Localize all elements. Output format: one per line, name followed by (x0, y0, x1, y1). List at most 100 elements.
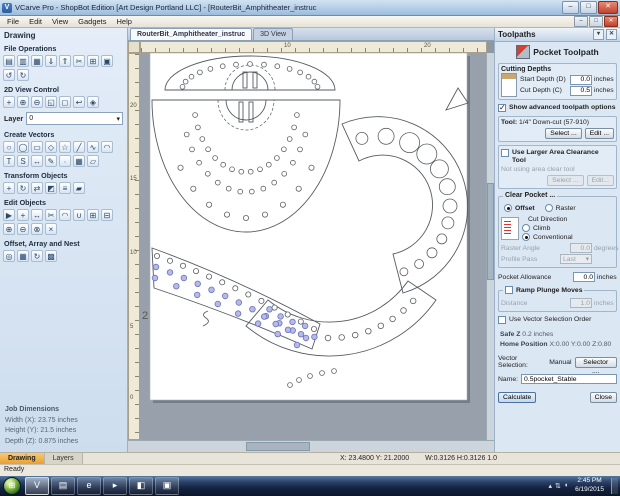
seat-circle[interactable] (166, 257, 173, 264)
vertical-scrollbar[interactable] (486, 53, 494, 440)
seat-circle-filled[interactable] (311, 333, 318, 341)
seat-circle[interactable] (225, 185, 232, 192)
seat-circle[interactable] (243, 214, 250, 221)
seat-circle[interactable] (287, 382, 293, 388)
seat-circle[interactable] (286, 136, 293, 142)
seat-circle[interactable] (399, 132, 421, 153)
seat-circle-filled[interactable] (272, 320, 279, 328)
ramp-checkbox[interactable] (505, 286, 513, 295)
seat-circle-filled[interactable] (235, 299, 242, 306)
rotate-icon[interactable]: ↻ (17, 182, 29, 194)
seat-circle[interactable] (311, 78, 318, 85)
taskbar-explorer-icon[interactable]: ▤ (51, 477, 75, 495)
seat-circle-filled[interactable] (293, 341, 301, 349)
seat-circle[interactable] (215, 179, 221, 186)
seat-circle[interactable] (206, 273, 213, 280)
seat-circle[interactable] (399, 267, 409, 277)
pan-icon[interactable]: + (3, 96, 15, 108)
redo-icon[interactable]: ↻ (17, 69, 29, 81)
undo-icon[interactable]: ↺ (3, 69, 15, 81)
export-vectors-icon[interactable]: ⇑ (59, 55, 71, 67)
seat-circle[interactable] (177, 164, 184, 171)
seat-circle[interactable] (220, 161, 226, 168)
scale-icon[interactable]: ◩ (45, 182, 57, 194)
seat-circle[interactable] (297, 146, 303, 153)
horizontal-scrollbar[interactable] (128, 440, 494, 452)
draw-line-icon[interactable]: ╱ (73, 141, 85, 153)
advanced-options-checkbox[interactable] (498, 103, 506, 112)
seat-circle-filled[interactable] (301, 322, 309, 330)
seat-circle[interactable] (219, 279, 226, 286)
seat-circle-filled[interactable] (166, 269, 174, 276)
save-file-icon[interactable]: ▦ (31, 55, 43, 67)
seat-circle[interactable] (308, 164, 315, 171)
drawing-canvas[interactable]: 2 (140, 53, 487, 440)
seat-circle[interactable] (189, 146, 195, 153)
panel-tab-drawing[interactable]: Drawing (0, 453, 45, 464)
minimize-button[interactable]: – (562, 1, 579, 14)
taskbar-vcarve-icon[interactable]: V (25, 477, 49, 495)
draw-arc-icon[interactable]: ◠ (101, 141, 113, 153)
seat-circle-filled[interactable] (194, 280, 201, 287)
area-select-button[interactable]: Select ... (547, 175, 584, 187)
ramp-distance-input[interactable] (570, 298, 592, 309)
seat-circle[interactable] (365, 328, 372, 335)
seat-circle-filled[interactable] (214, 300, 221, 308)
seat-circle[interactable] (274, 63, 281, 69)
maximize-button[interactable]: □ (580, 1, 597, 14)
layer-dropdown[interactable]: 0 ▾ (26, 112, 123, 125)
doc-tab-1[interactable]: 3D View (253, 28, 294, 40)
draw-rectangle-icon[interactable]: ▭ (31, 141, 43, 153)
seat-circle[interactable] (297, 69, 303, 76)
start-depth-input[interactable] (570, 74, 592, 85)
seat-circle-filled[interactable] (274, 330, 281, 338)
seat-circle[interactable] (195, 124, 201, 131)
seat-circle[interactable] (188, 73, 195, 80)
seat-circle[interactable] (205, 171, 211, 177)
seat-circle-filled[interactable] (194, 291, 201, 299)
seat-circle[interactable] (196, 159, 202, 166)
move-icon[interactable]: + (3, 182, 15, 194)
seat-circle[interactable] (233, 61, 239, 68)
weld-icon[interactable]: ⊕ (3, 223, 15, 235)
import-vectors-icon[interactable]: ⇓ (45, 55, 57, 67)
seat-circle[interactable] (377, 127, 395, 145)
grid-icon[interactable]: ▦ (73, 155, 85, 167)
seat-circle[interactable] (153, 252, 160, 259)
fillet-icon[interactable]: ◠ (59, 209, 71, 221)
seat-circle[interactable] (438, 178, 456, 196)
selector-button[interactable]: Selector .... (574, 356, 617, 375)
draw-polygon-icon[interactable]: ◇ (45, 141, 57, 153)
seat-circle[interactable] (296, 377, 302, 383)
seat-circle[interactable] (310, 325, 317, 332)
seat-circle[interactable] (262, 211, 269, 218)
seat-circle[interactable] (400, 307, 407, 314)
seat-circle[interactable] (212, 155, 218, 161)
new-file-icon[interactable]: ▤ (3, 55, 15, 67)
seat-circle[interactable] (199, 136, 206, 142)
seat-circle[interactable] (258, 297, 265, 304)
seat-circle-filled[interactable] (254, 320, 262, 327)
seat-circle[interactable] (416, 143, 438, 165)
measure-icon[interactable]: ↔ (31, 209, 43, 221)
seat-circle-filled[interactable] (297, 331, 305, 338)
seat-circle[interactable] (247, 168, 254, 175)
tool-select-button[interactable]: Select ... (545, 128, 582, 140)
seat-circle[interactable] (377, 322, 384, 329)
seat-circle[interactable] (307, 373, 313, 379)
tray-up-icon[interactable]: ▴ (548, 482, 552, 490)
show-desktop-button[interactable] (611, 478, 618, 494)
cut-depth-input[interactable] (570, 85, 592, 96)
pin-icon[interactable]: ▾ (593, 29, 604, 40)
seat-circle-filled[interactable] (249, 306, 256, 313)
zoom-box-icon[interactable]: ◱ (45, 96, 57, 108)
taskbar-app5-icon[interactable]: ◧ (129, 477, 153, 495)
drawing-view[interactable]: 2 (140, 53, 487, 440)
seat-circle[interactable] (183, 131, 190, 138)
start-button[interactable]: ⊞ (3, 477, 21, 495)
linear-array-icon[interactable]: ▦ (17, 250, 29, 262)
seat-circle[interactable] (197, 69, 203, 76)
seat-circle[interactable] (238, 168, 245, 175)
close-toolpath-button[interactable]: Close (589, 392, 617, 403)
raster-angle-input[interactable] (570, 243, 592, 254)
